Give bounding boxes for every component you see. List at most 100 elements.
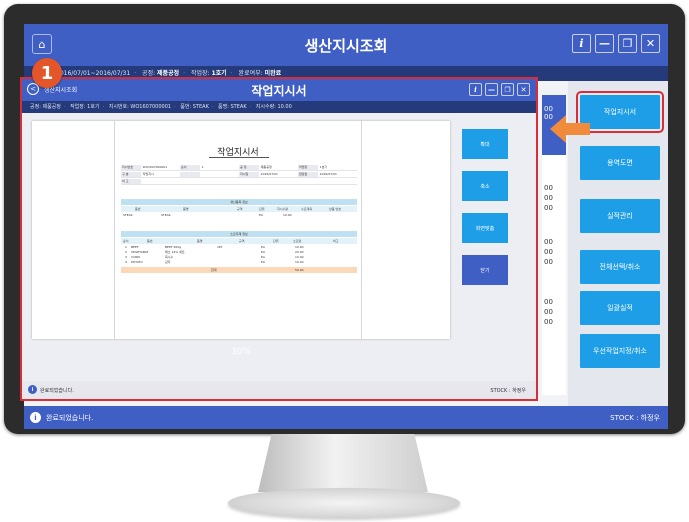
step-badge: 1 — [32, 58, 62, 88]
zoom-in-button[interactable]: 확대 — [462, 129, 508, 159]
list-item[interactable]: 00 — [542, 307, 566, 317]
popup-filter-shift: 작업장: 1호기 — [70, 104, 100, 110]
popup-status-text: 완료되었습니다. — [40, 388, 74, 394]
print-preview[interactable]: 작업지시서 지시번호 WO1607000001 순서 1 공 정 제품공정 작업… — [32, 121, 450, 339]
restore-button[interactable]: ❐ — [618, 34, 637, 53]
close-button[interactable]: ✕ — [641, 34, 660, 53]
filter-shift-label: 작업장: — [190, 70, 210, 77]
column-header: 납품 번호 — [329, 207, 341, 211]
table-cell: POTATO — [131, 260, 143, 264]
popup-status-user: STOCK : 하정우 — [490, 388, 526, 394]
list-item[interactable]: 00 — [542, 237, 566, 247]
status-text: 완료되었습니다. — [46, 414, 94, 422]
info-value: 1 — [201, 165, 204, 169]
minimize-button[interactable]: — — [595, 34, 614, 53]
status-info-icon: i — [30, 412, 41, 423]
work-order-button[interactable]: 작업지시서 — [576, 91, 664, 133]
table-row: 4 POTATO 감자 EA 10.00 — [121, 260, 357, 265]
priority-button[interactable]: 우선작업지정/취소 — [580, 334, 660, 368]
popup-filter-qty: 지시수량: 10.00 — [255, 104, 292, 110]
total-label: 합계 — [211, 268, 217, 272]
table-row: STEAK STEAK EA 10.00 — [121, 213, 357, 218]
info-row: 구 분 작업지시 지시일 2016/07/01 완료일 2016/07/01 — [121, 172, 357, 178]
column-header: 규격 — [239, 239, 245, 243]
info-key: 지시번호 — [121, 165, 141, 170]
zoom-out-button[interactable]: 축소 — [462, 171, 508, 201]
monitor-neck — [258, 434, 428, 492]
column-header: 비고 — [333, 239, 339, 243]
filter-plant-value: 제품공정 — [157, 70, 180, 77]
material-table-header: 순서 품번 품명 규격 단위 소요량 비고 — [121, 238, 357, 244]
select-all-button[interactable]: 전체선택/취소 — [580, 250, 660, 284]
info-value: 작업지시 — [142, 172, 154, 176]
info-row: 비 고 — [121, 179, 357, 185]
table-cell: 4 — [125, 260, 127, 264]
info-key: 작업장 — [298, 165, 318, 170]
column-header: 단위 — [273, 239, 279, 243]
table-cell: EA — [259, 213, 263, 217]
popup-minimize-button[interactable]: — — [485, 83, 498, 96]
info-button[interactable]: i — [572, 34, 591, 53]
info-key: 완료일 — [298, 172, 318, 177]
popup-filter-order: 지시번호: WO1607000001 — [108, 104, 172, 110]
popup-filter-plant: 공정: 제품공정 — [30, 104, 61, 110]
list-item: 00 — [544, 105, 553, 113]
material-section-title: 소요자재 정보 — [121, 231, 357, 237]
drawing-button[interactable]: 용역도면 — [580, 146, 660, 180]
popup-filter-bar: 공정: 제품공정 · 작업장: 1호기 · 지시번호: WO1607000001 · … — [22, 101, 536, 113]
list-item[interactable]: 00 — [542, 203, 566, 213]
column-header: 소요량 — [293, 239, 302, 243]
info-value — [200, 172, 239, 177]
table-cell: 10.00 — [283, 213, 292, 217]
app-status-bar: i 완료되었습니다. STOCK : 하정우 — [24, 406, 668, 429]
fit-screen-button[interactable]: 화면맞춤 — [462, 213, 508, 243]
info-value: 제품공정 — [260, 165, 272, 169]
window-controls: i — ❐ ✕ — [572, 34, 660, 53]
pointer-arrow-icon — [550, 115, 590, 143]
table-cell: 10.00 — [295, 260, 304, 264]
filter-plant-label: 공정: — [142, 70, 156, 77]
popup-close-button[interactable]: ✕ — [517, 83, 530, 96]
list-item[interactable]: 00 — [542, 183, 566, 193]
column-header: 순서 — [123, 239, 129, 243]
table-cell: STEAK — [161, 213, 171, 217]
popup-restore-button[interactable]: ❐ — [501, 83, 514, 96]
list-item[interactable]: 00 — [542, 193, 566, 203]
popup-filter-item: 품번: STEAK — [180, 104, 209, 110]
column-header: 수요계획 — [301, 207, 313, 211]
list-item[interactable]: 00 — [542, 247, 566, 257]
popup-info-button[interactable]: i — [469, 83, 482, 96]
popup-titlebar: < 생산지시조회 작업지시서 i — ❐ ✕ — [22, 79, 536, 101]
table-cell: STEAK — [123, 213, 133, 217]
filter-shift-value: 1호기 — [211, 70, 227, 77]
column-header: 품번 — [147, 239, 153, 243]
performance-button[interactable]: 실적관리 — [580, 199, 660, 233]
column-header: 지시수량 — [277, 207, 289, 211]
info-value: WO1607000001 — [142, 165, 168, 169]
column-header: 품명 — [197, 239, 203, 243]
app-titlebar: ⌂ 생산지시조회 i — ❐ ✕ — [24, 24, 668, 66]
info-value: 1호기 — [319, 165, 328, 169]
info-key — [180, 172, 200, 177]
status-user: STOCK : 하정우 — [610, 414, 660, 422]
list-item[interactable]: 00 — [542, 257, 566, 267]
document-page: 작업지시서 지시번호 WO1607000001 순서 1 공 정 제품공정 작업… — [114, 121, 362, 339]
zoom-level: 30% — [230, 347, 251, 357]
list-item[interactable]: 00 — [542, 297, 566, 307]
bulk-performance-button[interactable]: 일괄실적 — [580, 291, 660, 325]
info-key: 구 분 — [121, 172, 141, 177]
filter-done-value: 미완료 — [264, 70, 282, 77]
popup-window-controls: i — ❐ ✕ — [469, 83, 530, 96]
list-item[interactable]: 00 — [542, 317, 566, 327]
popup-content: 작업지시서 지시번호 WO1607000001 순서 1 공 정 제품공정 작업… — [22, 113, 536, 381]
total-row: 합계 50.00 — [121, 267, 357, 273]
work-order-popup: < 생산지시조회 작업지시서 i — ❐ ✕ 공정: 제품공정 · 작업장: 1호… — [20, 77, 538, 401]
stage: ⌂ 생산지시조회 i — ❐ ✕ 2016/07/01~2016/07/31 · … — [0, 0, 689, 522]
filter-done-label: 완료여부: — [238, 70, 263, 77]
info-value: 2016/07/01 — [319, 172, 337, 176]
table-cell: 감자 — [165, 260, 171, 264]
info-key: 지시일 — [239, 172, 259, 177]
column-header: 규격 — [237, 207, 243, 211]
popup-status-info-icon: i — [28, 385, 37, 394]
close-popup-button[interactable]: 닫기 — [462, 255, 508, 285]
